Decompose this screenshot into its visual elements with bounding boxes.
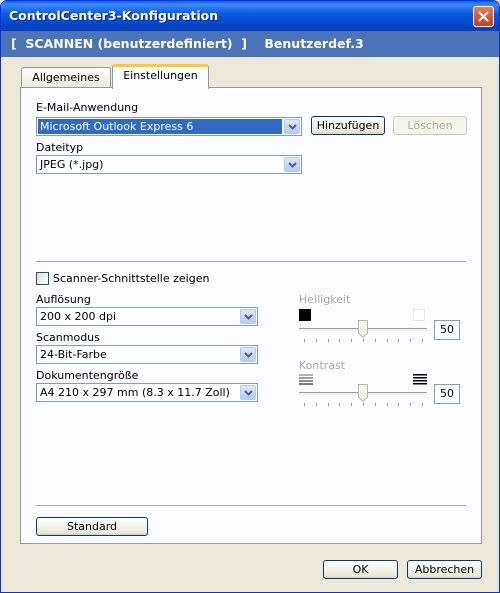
brightness-value[interactable]: 50 <box>434 320 460 340</box>
settings-panel: E-Mail-Anwendung Microsoft Outlook Expre… <box>20 87 482 544</box>
slider-tick <box>386 403 388 406</box>
title-bar[interactable]: ControlCenter3-Konfiguration <box>1 1 499 31</box>
tab-allgemeines[interactable]: Allgemeines <box>21 67 111 88</box>
slider-tick <box>339 339 341 342</box>
contrast-value[interactable]: 50 <box>434 384 460 404</box>
filetype-select[interactable]: JPEG (*.jpg) <box>36 155 302 174</box>
config-window: ControlCenter3-Konfiguration [ SCANNEN (… <box>0 0 500 593</box>
email-app-select[interactable]: Microsoft Outlook Express 6 <box>36 117 302 136</box>
resolution-value: 200 x 200 dpi <box>40 310 117 323</box>
slider-tick <box>422 403 423 406</box>
slider-tick <box>374 403 376 406</box>
scanmode-label: Scanmodus <box>36 331 100 344</box>
header-title: [ SCANNEN (benutzerdefiniert) ] Benutzer… <box>11 36 364 51</box>
slider-tick <box>386 339 388 342</box>
slider-tick <box>304 403 305 406</box>
slider-tick <box>339 403 341 406</box>
resolution-label: Auflösung <box>36 293 91 306</box>
slider-tick <box>351 403 353 406</box>
slider-tick <box>422 339 423 342</box>
high-contrast-icon <box>413 374 427 385</box>
add-button[interactable]: Hinzufügen <box>311 116 385 135</box>
ok-button[interactable]: OK <box>323 560 398 579</box>
email-app-value: Microsoft Outlook Express 6 <box>38 119 282 134</box>
slider-tick <box>304 339 305 342</box>
scanner-interface-label: Scanner-Schnittstelle zeigen <box>53 272 210 285</box>
resolution-select[interactable]: 200 x 200 dpi <box>36 307 258 326</box>
docsize-label: Dokumentengröße <box>36 369 139 382</box>
slider-tick <box>327 403 329 406</box>
chevron-down-icon[interactable] <box>240 385 256 400</box>
slider-tick <box>398 403 400 406</box>
divider <box>36 505 466 507</box>
slider-tick <box>410 403 412 406</box>
scanmode-select[interactable]: 24-Bit-Farbe <box>36 345 258 364</box>
chevron-down-icon[interactable] <box>284 157 300 172</box>
tab-einstellungen[interactable]: Einstellungen <box>112 64 209 89</box>
slider-tick <box>374 339 376 342</box>
slider-tick <box>315 339 317 342</box>
cancel-button[interactable]: Abbrechen <box>407 560 482 579</box>
slider-tick <box>327 339 329 342</box>
slider-tick <box>315 403 317 406</box>
chevron-down-icon[interactable] <box>284 119 300 134</box>
default-button[interactable]: Standard <box>36 517 148 536</box>
close-button[interactable] <box>473 6 494 27</box>
docsize-value: A4 210 x 297 mm (8.3 x 11.7 Zoll) <box>40 386 230 399</box>
contrast-slider-thumb[interactable] <box>358 384 368 402</box>
chevron-down-icon[interactable] <box>240 309 256 324</box>
slider-tick <box>398 339 400 342</box>
scanmode-value: 24-Bit-Farbe <box>40 348 107 361</box>
brightness-label: Helligkeit <box>299 293 351 306</box>
filetype-label: Dateityp <box>36 141 84 154</box>
contrast-label: Kontrast <box>299 359 345 372</box>
slider-tick <box>363 339 364 342</box>
chevron-down-icon[interactable] <box>240 347 256 362</box>
slider-tick <box>351 339 353 342</box>
scanner-interface-checkbox[interactable] <box>36 272 49 285</box>
slider-tick <box>363 403 364 406</box>
brightness-slider-thumb[interactable] <box>358 320 368 338</box>
delete-button[interactable]: Löschen <box>393 116 467 135</box>
light-square-icon <box>413 309 425 321</box>
dark-square-icon <box>299 309 311 321</box>
divider <box>36 261 466 263</box>
slider-tick <box>410 339 412 342</box>
window-title: ControlCenter3-Konfiguration <box>9 8 219 23</box>
low-contrast-icon <box>299 374 313 385</box>
filetype-value: JPEG (*.jpg) <box>40 158 104 171</box>
email-app-label: E-Mail-Anwendung <box>36 101 139 114</box>
docsize-select[interactable]: A4 210 x 297 mm (8.3 x 11.7 Zoll) <box>36 383 258 402</box>
header-band: [ SCANNEN (benutzerdefiniert) ] Benutzer… <box>1 31 499 57</box>
close-icon <box>478 11 489 22</box>
